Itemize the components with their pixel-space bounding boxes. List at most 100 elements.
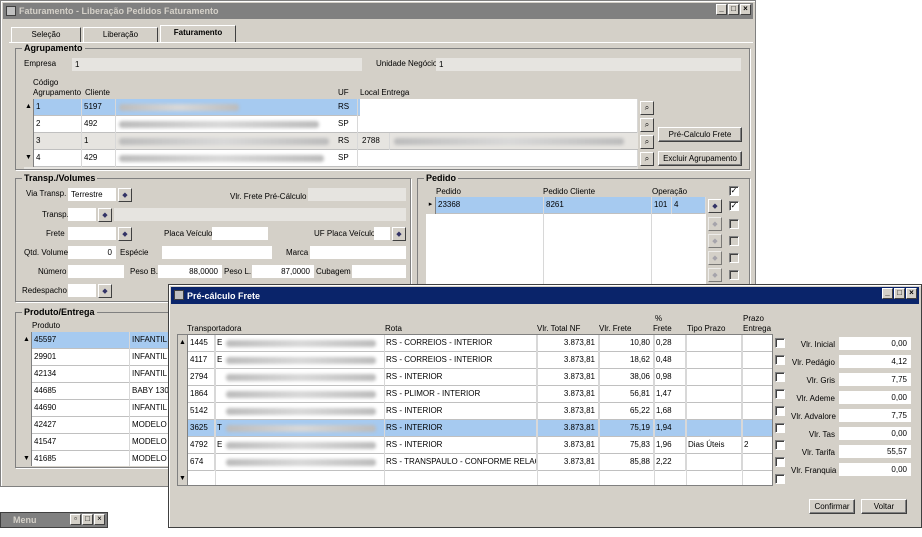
main-title-bar[interactable]: Faturamento - Liberação Pedidos Faturame… (3, 3, 753, 19)
minimize-icon[interactable]: _ (882, 288, 893, 299)
maximize-icon[interactable]: □ (82, 514, 93, 525)
table-row[interactable]: 1864 RS - PLIMOR - INTERIOR 3.873,81 56,… (178, 386, 772, 403)
table-row[interactable]: 3625 T RS - INTERIOR 3.873,81 75,19 1,94 (178, 420, 772, 437)
maximize-icon[interactable]: □ (728, 4, 739, 15)
vlr-total-nf-cell: 3.873,81 (537, 369, 599, 386)
pedido-action-button[interactable]: ◆ (708, 251, 722, 265)
table-row[interactable]: ▼ 4 429 SP (24, 150, 638, 167)
via-transp-field[interactable]: Terrestre (68, 188, 116, 201)
especie-field[interactable] (162, 246, 272, 259)
agrupamento-grid[interactable]: ▲ 1 5197 RS 2 492 SP 3 1 RS 2788 ▼ 4 429… (24, 99, 638, 169)
transportadora-checkbox[interactable] (775, 440, 785, 450)
voltar-button[interactable]: Voltar (861, 499, 907, 514)
pre-calculo-frete-button[interactable]: Pré-Calculo Frete (658, 127, 742, 142)
pedido-action-button[interactable]: ◆ (708, 268, 722, 282)
produto-desc-cell: MODELO (130, 417, 172, 434)
table-row[interactable]: ▲ 1445 E RS - CORREIOS - INTERIOR 3.873,… (178, 335, 772, 352)
table-row[interactable]: 44690 INFANTIL (22, 400, 172, 417)
peso-l-field[interactable]: 87,0000 (252, 265, 314, 278)
confirmar-button[interactable]: Confirmar (809, 499, 855, 514)
frete-lookup-button[interactable]: ◆ (118, 227, 132, 241)
table-row[interactable]: 674 RS - TRANSPAULO - CONFORME RELAÇÃ 3.… (178, 454, 772, 471)
minimize-icon[interactable]: _ (716, 4, 727, 15)
close-icon[interactable]: × (94, 514, 105, 525)
close-icon[interactable]: × (906, 288, 917, 299)
transportadora-checkbox[interactable] (775, 372, 785, 382)
table-row[interactable]: 3 1 RS 2788 (24, 133, 638, 150)
table-row[interactable]: 2794 RS - INTERIOR 3.873,81 38,06 0,98 (178, 369, 772, 386)
side-field-value[interactable]: 4,12 (839, 355, 911, 368)
transp-lookup-button[interactable]: ◆ (98, 208, 112, 222)
cubagem-field[interactable] (352, 265, 406, 278)
close-icon[interactable]: × (740, 4, 751, 15)
side-field-value[interactable]: 0,00 (839, 463, 911, 476)
produto-code-cell: 42427 (32, 417, 130, 434)
table-row[interactable]: 4117 E RS - CORREIOS - INTERIOR 3.873,81… (178, 352, 772, 369)
side-field-value[interactable]: 0,00 (839, 427, 911, 440)
table-row-empty[interactable]: ▼ (178, 471, 772, 485)
dialog-title-bar[interactable]: Pré-cálculo Frete _ □ × (171, 287, 919, 304)
table-row[interactable]: 4792 E RS - INTERIOR 3.873,81 75,83 1,96… (178, 437, 772, 454)
pedido-action-button[interactable]: ◆ (708, 217, 722, 231)
maximize-icon[interactable]: □ (894, 288, 905, 299)
qtd-volume-field[interactable]: 0 (68, 246, 116, 259)
pedido-checkbox[interactable] (729, 236, 739, 246)
placa-veiculo-field[interactable] (212, 227, 268, 240)
tab-selecao[interactable]: Seleção (11, 27, 81, 43)
table-row[interactable]: 41547 MODELO (22, 434, 172, 451)
side-field-value[interactable]: 7,75 (839, 409, 911, 422)
transportadora-checkbox[interactable] (775, 423, 785, 433)
table-row[interactable]: 42427 MODELO (22, 417, 172, 434)
pedido-checkbox[interactable] (729, 270, 739, 280)
transportadora-checkbox[interactable] (775, 474, 785, 484)
pedido-action-button[interactable]: ◆ (708, 199, 722, 213)
menu-minimized-window[interactable]: Menu ▫ □ × (0, 512, 108, 528)
side-field-value[interactable]: 0,00 (839, 391, 911, 404)
table-row[interactable]: 42134 INFANTIL (22, 366, 172, 383)
table-row[interactable]: ▸ 23368 8261 101 4 (426, 197, 706, 214)
pedido-grid[interactable]: ▸ 23368 8261 101 4 (426, 197, 706, 287)
marca-field[interactable] (310, 246, 406, 259)
table-row[interactable]: ▲ 1 5197 RS (24, 99, 638, 116)
side-field-value[interactable]: 55,57 (839, 445, 911, 458)
redespacho-lookup-button[interactable]: ◆ (98, 284, 112, 298)
pedido-action-button[interactable]: ◆ (708, 234, 722, 248)
via-transp-lookup-button[interactable]: ◆ (118, 188, 132, 202)
local-search-button[interactable]: ⌕ (640, 135, 654, 149)
pedido-checkbox[interactable] (729, 253, 739, 263)
table-row[interactable]: 44685 BABY 130 (22, 383, 172, 400)
excluir-agrupamento-button[interactable]: Excluir Agrupamento (658, 151, 742, 166)
peso-b-field[interactable]: 88,0000 (158, 265, 222, 278)
table-row[interactable]: ▲ 45597 INFANTIL (22, 332, 172, 349)
side-field-value[interactable]: 0,00 (839, 337, 911, 350)
local-search-button[interactable]: ⌕ (640, 118, 654, 132)
pedido-checkbox[interactable] (729, 219, 739, 229)
transportadora-checkbox[interactable] (775, 355, 785, 365)
transportadora-checkbox[interactable] (775, 389, 785, 399)
frete-field[interactable] (68, 227, 116, 240)
side-field-value[interactable]: 7,75 (839, 373, 911, 386)
redespacho-field[interactable] (68, 284, 96, 297)
table-row[interactable]: 2 492 SP (24, 116, 638, 133)
local-search-button[interactable]: ⌕ (640, 101, 654, 115)
transportadora-checkbox[interactable] (775, 457, 785, 467)
tab-faturamento[interactable]: Faturamento (160, 25, 236, 43)
table-row[interactable]: 29901 INFANTIL (22, 349, 172, 366)
pre-calculo-grid[interactable]: ▲ 1445 E RS - CORREIOS - INTERIOR 3.873,… (177, 334, 773, 486)
transportadora-checkbox[interactable] (775, 406, 785, 416)
table-row[interactable]: 5142 RS - INTERIOR 3.873,81 65,22 1,68 (178, 403, 772, 420)
table-row[interactable]: ▼ 41685 MODELO (22, 451, 172, 466)
empresa-field[interactable]: 1 (72, 58, 362, 71)
uf-placa-field[interactable] (374, 227, 390, 240)
transportadora-checkbox[interactable] (775, 338, 785, 348)
pedido-all-checkbox[interactable]: ✓ (729, 186, 739, 196)
uf-placa-lookup-button[interactable]: ◆ (392, 227, 406, 241)
unidade-field[interactable]: 1 (436, 58, 741, 71)
local-search-button[interactable]: ⌕ (640, 152, 654, 166)
numero-field[interactable] (68, 265, 124, 278)
restore-icon[interactable]: ▫ (70, 514, 81, 525)
pedido-checkbox[interactable]: ✓ (729, 201, 739, 211)
produto-grid[interactable]: ▲ 45597 INFANTIL 29901 INFANTIL 42134 INFANT… (22, 332, 172, 466)
transp-field[interactable] (68, 208, 96, 221)
tab-liberacao[interactable]: Liberação (83, 27, 158, 43)
